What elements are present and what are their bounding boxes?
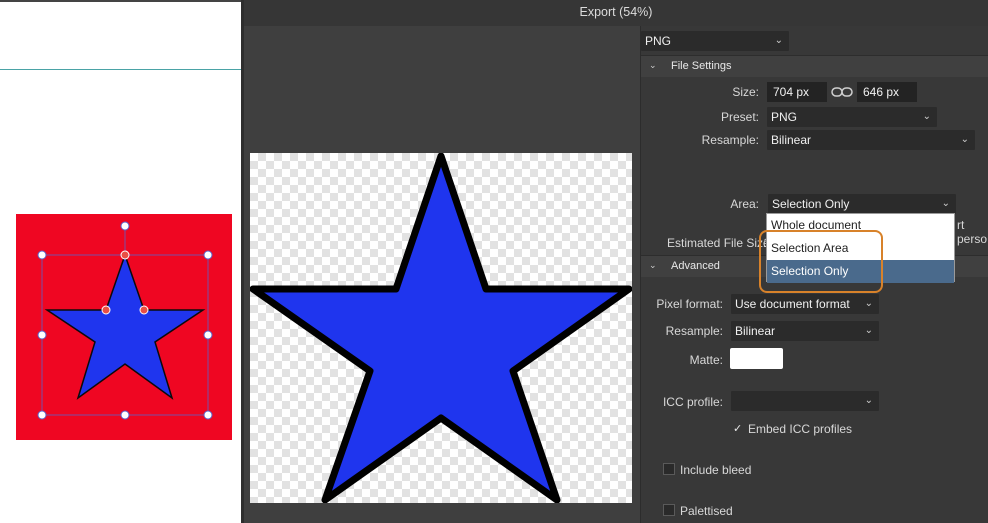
- canvas-top-edge: [0, 0, 241, 2]
- resize-handle-left[interactable]: [37, 330, 47, 340]
- matte-color-swatch[interactable]: [730, 348, 783, 369]
- chevron-down-icon: ⌄: [864, 298, 873, 309]
- area-label: Area:: [730, 197, 759, 211]
- chevron-down-icon: ⌄: [864, 395, 873, 406]
- embed-icc-label: Embed ICC profiles: [748, 422, 853, 436]
- checkmark-icon[interactable]: ✓: [733, 422, 742, 435]
- chevron-down-icon: ⌄: [960, 134, 969, 145]
- format-value: PNG: [645, 34, 672, 48]
- document-canvas[interactable]: [0, 0, 241, 523]
- caret-down-icon: ⌄: [649, 260, 657, 270]
- advanced-title: Advanced: [671, 260, 720, 272]
- advanced-resample-label: Resample:: [665, 324, 723, 338]
- preset-label: Preset:: [720, 110, 759, 124]
- preview-star: [249, 152, 633, 504]
- dialog-title: Export (54%): [244, 0, 988, 26]
- resize-handle-top-right[interactable]: [203, 250, 213, 260]
- advanced-resample-value: Bilinear: [735, 324, 776, 338]
- matte-label: Matte:: [689, 353, 723, 367]
- advanced-resample-dropdown[interactable]: Bilinear ⌄: [731, 321, 879, 341]
- width-field[interactable]: 704 px: [767, 82, 827, 102]
- star-inner-radius-node[interactable]: [139, 305, 149, 315]
- preview-star-image: [249, 152, 633, 504]
- area-value: Selection Only: [772, 197, 850, 211]
- chevron-down-icon: ⌄: [864, 325, 873, 336]
- export-preview: [249, 152, 633, 504]
- preset-value: PNG: [771, 110, 798, 124]
- include-bleed-checkbox[interactable]: [663, 463, 675, 475]
- partially-hidden-option-text: rt perso: [957, 218, 988, 246]
- guide-line: [0, 69, 241, 70]
- file-settings-section[interactable]: ⌄ File Settings: [641, 55, 988, 77]
- chevron-down-icon: ⌄: [941, 198, 950, 209]
- resample-dropdown[interactable]: Bilinear ⌄: [767, 130, 975, 150]
- format-dropdown[interactable]: PNG ⌄: [641, 31, 789, 51]
- caret-down-icon: ⌄: [649, 60, 657, 70]
- include-bleed-label: Include bleed: [680, 463, 752, 477]
- pixel-format-dropdown[interactable]: Use document format ⌄: [731, 294, 879, 314]
- resize-handle-bottom-left[interactable]: [37, 410, 47, 420]
- document-artwork[interactable]: [0, 200, 241, 450]
- estimated-file-size-label: Estimated File Size:: [667, 236, 774, 250]
- chevron-down-icon: ⌄: [774, 35, 783, 46]
- resize-handle-bottom[interactable]: [120, 410, 130, 420]
- star-node-top[interactable]: [120, 250, 130, 260]
- resize-handle-top-left[interactable]: [37, 250, 47, 260]
- file-settings-title: File Settings: [671, 60, 732, 72]
- resample-value: Bilinear: [771, 133, 812, 147]
- area-dropdown[interactable]: Selection Only ⌄: [768, 194, 956, 214]
- resample-label: Resample:: [701, 133, 759, 147]
- size-label: Size:: [732, 85, 759, 99]
- icc-profile-label: ICC profile:: [662, 395, 723, 409]
- palettised-label: Palettised: [680, 504, 733, 518]
- height-field[interactable]: 646 px: [857, 82, 917, 102]
- chain-link-icon[interactable]: [831, 85, 853, 99]
- pixel-format-value: Use document format: [735, 297, 850, 311]
- palettised-checkbox[interactable]: [663, 504, 675, 516]
- preset-dropdown[interactable]: PNG ⌄: [767, 107, 937, 127]
- rotate-handle[interactable]: [120, 221, 130, 231]
- pixel-format-label: Pixel format:: [656, 297, 723, 311]
- star-inner-radius-node[interactable]: [101, 305, 111, 315]
- highlight-annotation: [759, 230, 883, 293]
- chevron-down-icon: ⌄: [922, 111, 931, 122]
- resize-handle-right[interactable]: [203, 330, 213, 340]
- icc-profile-dropdown[interactable]: ⌄: [731, 391, 879, 411]
- resize-handle-bottom-right[interactable]: [203, 410, 213, 420]
